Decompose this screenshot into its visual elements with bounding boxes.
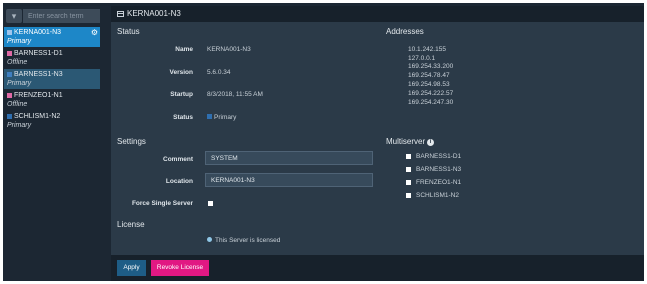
name-value: KERNA001-N3	[207, 46, 251, 53]
server-name: KERNA001-N3	[14, 28, 62, 36]
page-title: KERNA001-N3	[127, 9, 181, 18]
apply-button[interactable]: Apply	[117, 260, 146, 276]
panel-header: KERNA001-N3	[111, 6, 644, 22]
multiserver-label: BARNESS1-D1	[416, 153, 462, 160]
license-text: This Server is licensed	[215, 237, 281, 244]
server-item-frenzeo1-n1[interactable]: FRENZEO1-N1 Offline	[4, 90, 100, 110]
address-item: 169.254.98.53	[408, 81, 450, 88]
multiserver-title: Multiserver	[386, 137, 426, 146]
multiserver-label: FRENZEO1-N1	[416, 179, 462, 186]
server-name: FRENZEO1-N1	[14, 91, 63, 99]
server-item-barness1-d1[interactable]: BARNESS1-D1 Offline	[4, 48, 100, 68]
address-item: 127.0.0.1	[408, 55, 436, 62]
server-name: SCHLISM1-N2	[14, 112, 61, 120]
revoke-license-button[interactable]: Revoke License	[151, 260, 209, 276]
address-item: 169.254.247.30	[408, 99, 454, 106]
multiserver-heading: Multiserver i	[386, 137, 435, 146]
force-single-server-label: Force Single Server	[131, 200, 193, 207]
action-bar: Apply Revoke License	[111, 255, 644, 281]
multiserver-checkbox[interactable]	[406, 154, 411, 159]
server-item-barness1-n3[interactable]: BARNESS1-N3 Primary	[4, 69, 100, 89]
version-label: Version	[169, 69, 193, 76]
multiserver-label: BARNESS1-N3	[416, 166, 462, 173]
license-dot-icon	[207, 237, 212, 242]
server-item-schlism1-n2[interactable]: SCHLISM1-N2 Primary	[4, 111, 100, 131]
filter-icon[interactable]: ▾	[6, 9, 22, 23]
server-color-swatch	[7, 50, 12, 56]
address-item: 169.254.78.47	[408, 72, 450, 79]
server-color-swatch	[7, 92, 12, 98]
multiserver-checkbox[interactable]	[406, 180, 411, 185]
license-heading: License	[117, 220, 145, 229]
server-status: Primary	[7, 38, 32, 45]
multiserver-checkbox[interactable]	[406, 167, 411, 172]
server-color-swatch	[7, 29, 12, 35]
startup-value: 8/3/2018, 11:55 AM	[207, 91, 263, 98]
comment-field[interactable]: SYSTEM	[205, 151, 373, 165]
app-window: ▾ KERNA001-N3 Primary ⚙ BARNESS1-D1 Offl…	[3, 3, 644, 281]
server-color-swatch	[7, 71, 12, 77]
server-detail-panel: KERNA001-N3 Status Name KERNA001-N3 Vers…	[111, 6, 644, 281]
address-item: 169.254.33.200	[408, 63, 454, 70]
address-item: 10.1.242.155	[408, 46, 446, 53]
status-heading: Status	[117, 27, 140, 36]
server-color-swatch	[7, 113, 12, 119]
startup-label: Startup	[170, 91, 193, 98]
version-value: 5.6.0.34	[207, 69, 231, 76]
server-item-kerna001-n3[interactable]: KERNA001-N3 Primary ⚙	[4, 27, 100, 47]
comment-label: Comment	[163, 156, 193, 163]
multiserver-checkbox[interactable]	[406, 193, 411, 198]
status-value: Primary	[207, 114, 236, 121]
status-color-swatch	[207, 114, 212, 119]
status-label: Status	[173, 114, 193, 121]
server-sidebar: ▾ KERNA001-N3 Primary ⚙ BARNESS1-D1 Offl…	[3, 3, 107, 281]
server-icon	[117, 11, 124, 17]
address-item: 169.254.222.57	[408, 90, 454, 97]
force-single-server-checkbox[interactable]	[208, 201, 213, 206]
server-name: BARNESS1-N3	[14, 70, 63, 78]
search-input[interactable]	[23, 9, 100, 23]
settings-heading: Settings	[117, 137, 146, 146]
location-label: Location	[165, 178, 193, 185]
name-label: Name	[175, 46, 193, 53]
location-field[interactable]: KERNA001-N3	[205, 173, 373, 187]
status-text: Primary	[214, 114, 237, 121]
server-status: Offline	[7, 101, 28, 108]
addresses-heading: Addresses	[386, 27, 424, 36]
gear-icon[interactable]: ⚙	[91, 28, 98, 37]
multiserver-label: SCHLISM1-N2	[416, 192, 459, 199]
server-status: Primary	[7, 80, 32, 87]
license-status: This Server is licensed	[207, 237, 280, 244]
server-status: Primary	[7, 122, 32, 129]
server-status: Offline	[7, 59, 28, 66]
server-name: BARNESS1-D1	[14, 49, 63, 57]
info-icon[interactable]: i	[427, 139, 435, 146]
